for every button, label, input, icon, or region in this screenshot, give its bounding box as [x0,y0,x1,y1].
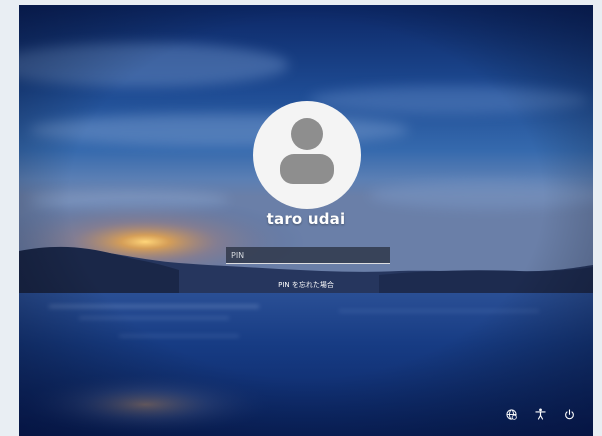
pin-input[interactable] [226,247,390,264]
user-avatar [253,101,361,209]
network-button[interactable] [501,404,521,424]
forgot-pin-link[interactable]: PIN を忘れた場合 [19,280,593,290]
network-icon [505,408,517,420]
power-button[interactable] [559,404,579,424]
user-name: taro udai [266,210,346,228]
lock-screen: taro udai PIN を忘れた場合 [19,5,593,436]
power-icon [564,408,574,419]
avatar-body [280,154,334,184]
accessibility-button[interactable] [530,404,550,424]
accessibility-icon [534,408,546,420]
avatar-head [291,118,323,150]
